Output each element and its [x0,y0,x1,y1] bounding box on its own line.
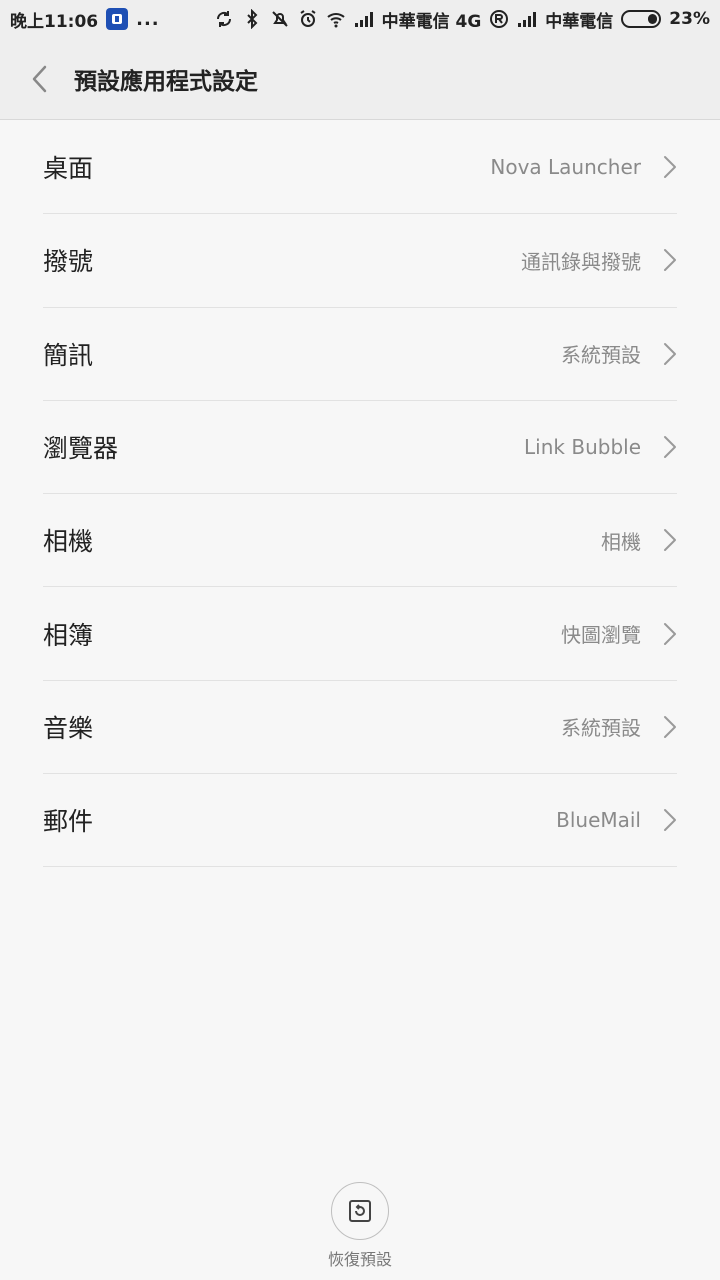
alarm-icon [298,9,318,29]
app-notification-icon [106,8,129,30]
status-bar: 晚上11:06 ... 中華電信 4G 中華電信 23% [0,0,720,38]
row-value: 系統預設 [561,343,641,368]
chevron-right-icon [663,622,677,646]
row-value: BlueMail [556,808,641,833]
battery-percent: 23% [669,9,710,29]
back-button[interactable] [10,38,70,120]
row-label: 簡訊 [43,340,94,370]
status-time: 晚上11:06 [10,11,99,32]
row-label: 郵件 [43,807,94,837]
chevron-right-icon [663,435,677,459]
list-item-browser[interactable]: 瀏覽器 Link Bubble [43,401,677,495]
row-label: 音樂 [43,713,94,743]
row-label: 桌面 [43,154,94,184]
list-item-home[interactable]: 桌面 Nova Launcher [43,121,677,215]
row-label: 撥號 [43,247,94,277]
signal-icon [354,9,374,29]
mute-bell-icon [270,9,290,29]
chevron-right-icon [663,715,677,739]
carrier-1: 中華電信 4G [381,11,482,32]
more-notifications: ... [136,8,160,30]
restore-circle[interactable] [331,1182,389,1240]
wifi-icon [326,9,346,29]
row-value: 快圖瀏覽 [561,623,641,648]
restore-defaults-button[interactable]: 恢復預設 [300,1182,420,1272]
battery-icon [621,10,662,28]
row-label: 相簿 [43,620,94,650]
title-bar: 預設應用程式設定 [0,38,720,120]
chevron-right-icon [663,342,677,366]
row-value: Nova Launcher [490,155,641,180]
signal-icon-2 [517,9,537,29]
roaming-icon [489,9,509,29]
default-apps-list: 桌面 Nova Launcher 撥號 通訊錄與撥號 簡訊 系統預設 瀏覽器 L… [43,121,677,868]
list-item-camera[interactable]: 相機 相機 [43,494,677,588]
sync-icon [214,9,234,29]
chevron-right-icon [663,808,677,832]
list-item-dialer[interactable]: 撥號 通訊錄與撥號 [43,214,677,308]
list-item-sms[interactable]: 簡訊 系統預設 [43,308,677,401]
restore-icon [349,1200,371,1222]
row-value: 通訊錄與撥號 [521,249,641,274]
row-label: 相機 [43,527,94,557]
list-item-mail[interactable]: 郵件 BlueMail [43,774,677,868]
chevron-right-icon [663,155,677,179]
carrier-2: 中華電信 [545,11,614,32]
page-title: 預設應用程式設定 [74,68,258,95]
row-value: 系統預設 [561,716,641,741]
bluetooth-icon [242,9,262,29]
chevron-right-icon [663,528,677,552]
chevron-left-icon [32,65,47,92]
row-value: Link Bubble [524,435,641,460]
row-value: 相機 [601,529,641,554]
list-item-gallery[interactable]: 相簿 快圖瀏覽 [43,587,677,681]
row-label: 瀏覽器 [43,434,119,464]
list-item-music[interactable]: 音樂 系統預設 [43,681,677,775]
restore-label: 恢復預設 [327,1250,392,1269]
chevron-right-icon [663,248,677,272]
